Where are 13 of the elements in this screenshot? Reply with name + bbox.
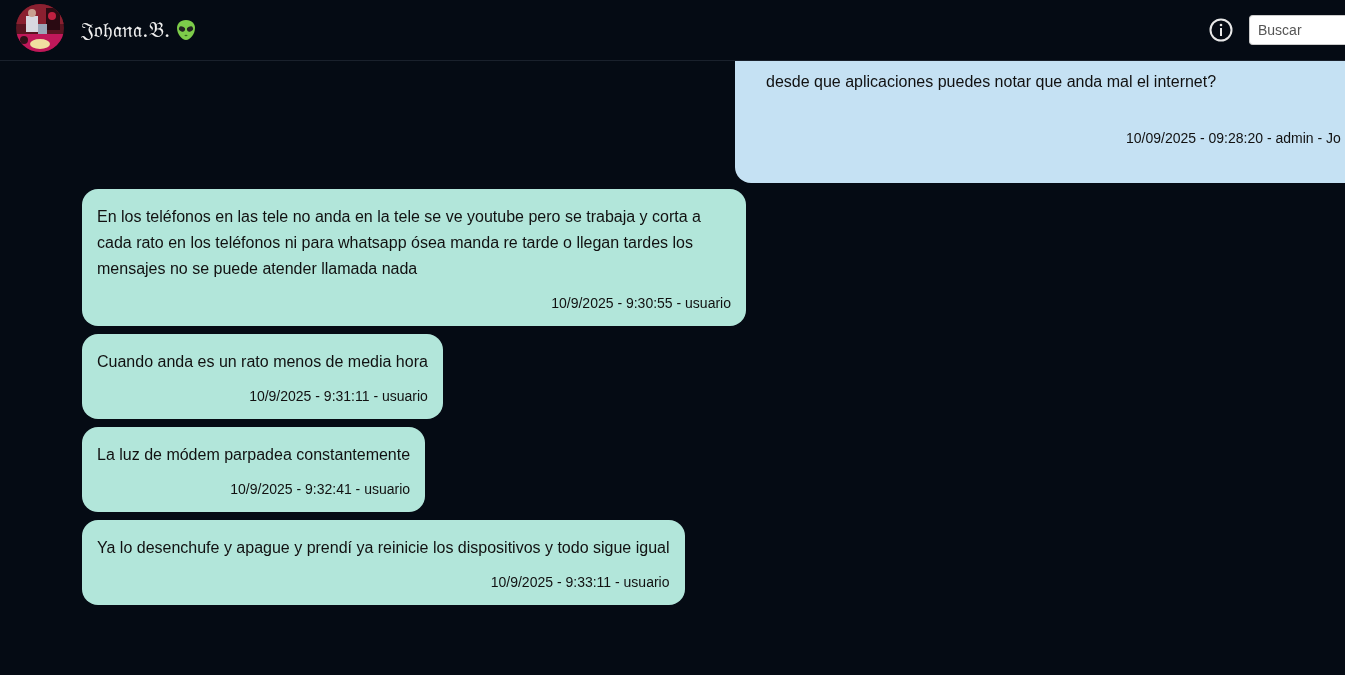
- message-timestamp: 10/09/2025 - 09:28:20 - admin - Jo: [1126, 129, 1341, 147]
- message-text: desde que aplicaciones puedes notar que anda mal el internet?: [766, 72, 1218, 92]
- contact-name: 𝔍𝔬𝔥𝔞𝔫𝔞.𝔅.: [81, 18, 171, 42]
- message-text: Cuando anda es un rato menos de media hora: [97, 352, 428, 372]
- message-text: Ya lo desenchufe y apague y prendí ya reinicie los dispositivos y todo sigue igual: [97, 538, 670, 558]
- message-text: En los teléfonos en las tele no anda en la tele se ve youtube pero se trabaja y corta a cada rato en los teléfonos ni para whatsapp ósea manda re tarde o llegan tardes los mensajes no se puede atender llamada nada: [97, 207, 702, 279]
- message-timestamp: 10/9/2025 - 9:32:41 - usuario: [230, 480, 411, 498]
- message-text: La luz de módem parpadea constantemente: [97, 445, 411, 465]
- message-timestamp: 10/9/2025 - 9:30:55 - usuario: [551, 294, 731, 312]
- search-field[interactable]: Buscar: [1249, 15, 1345, 45]
- message-timestamp: 10/9/2025 - 9:33:11 - usuario: [490, 573, 670, 591]
- message-timestamp: 10/9/2025 - 9:31:11 - usuario: [249, 387, 428, 405]
- info-icon[interactable]: [1209, 18, 1233, 42]
